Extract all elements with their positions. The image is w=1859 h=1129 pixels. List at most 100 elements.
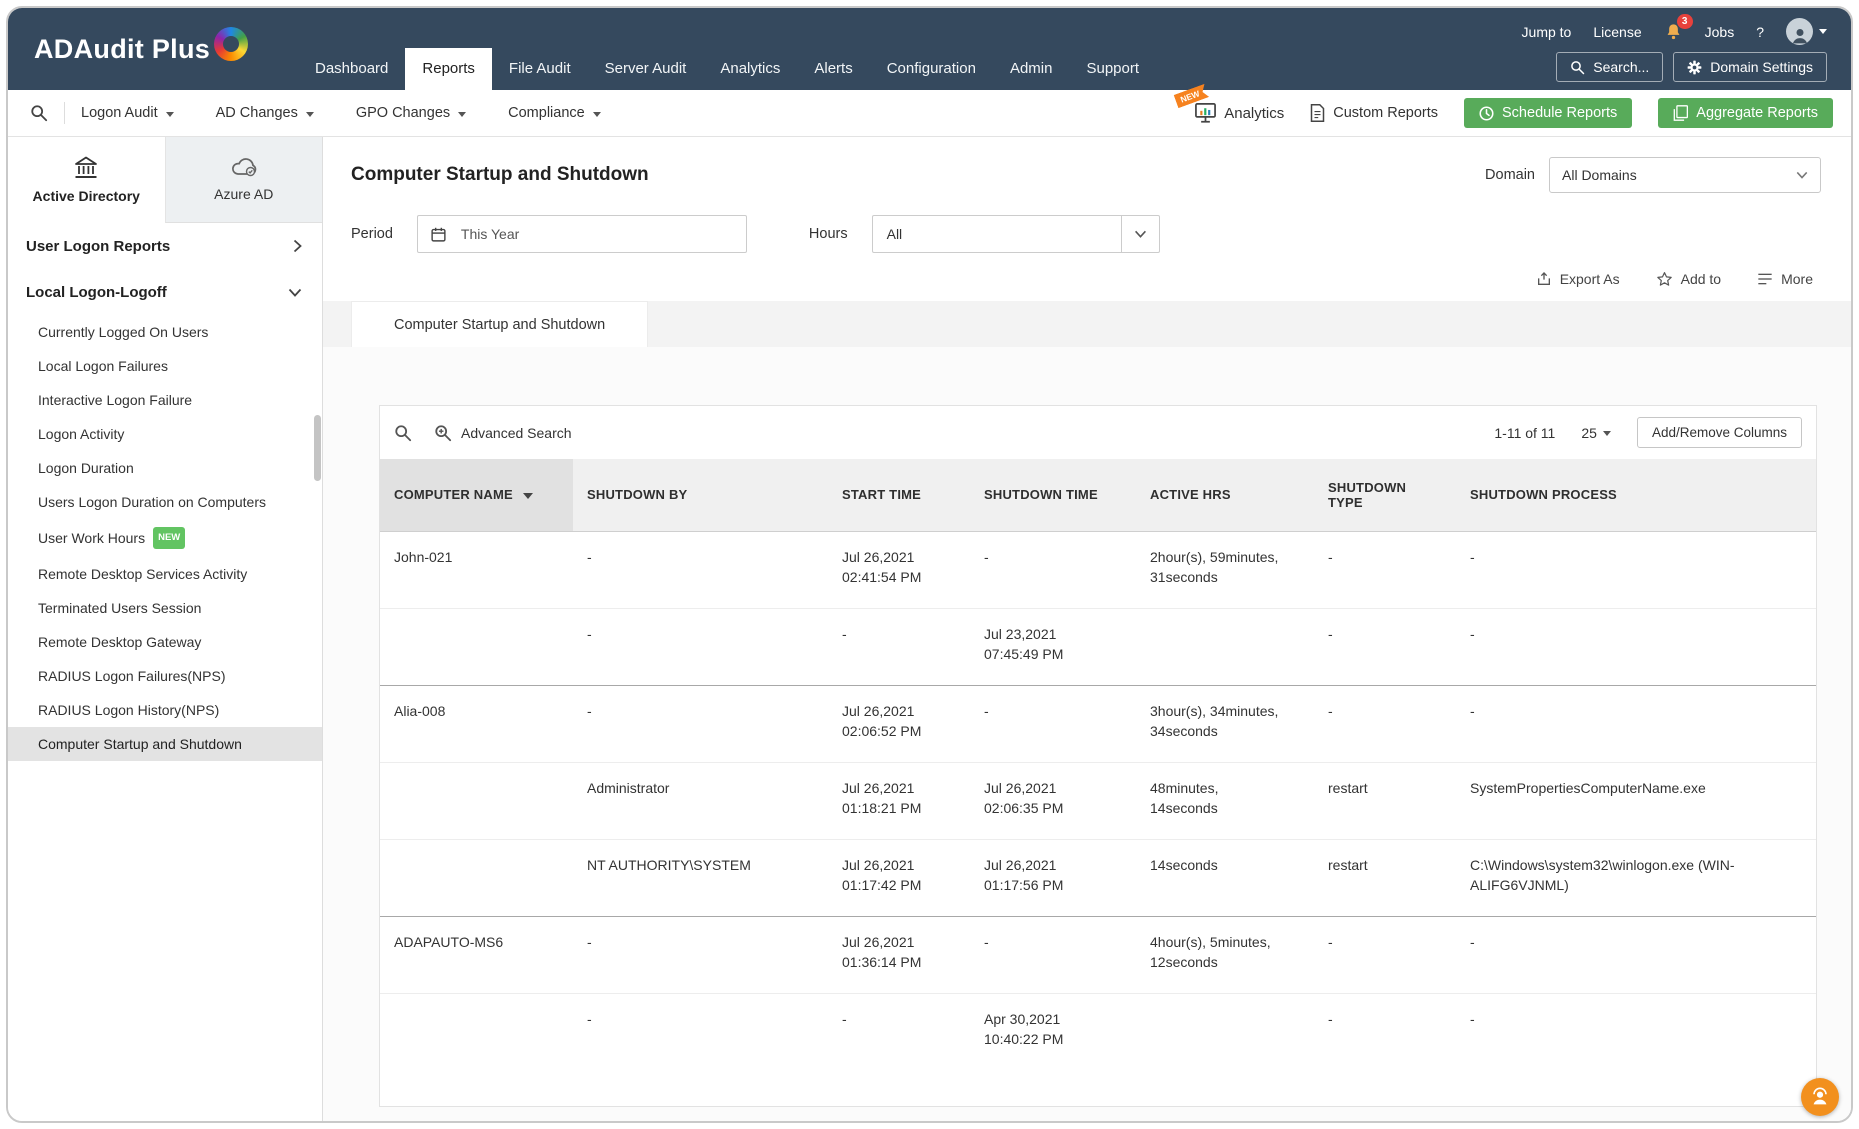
sidebar-item-radius-logon-history-nps[interactable]: RADIUS Logon History(NPS) (8, 693, 322, 727)
column-header-shutdown-time[interactable]: SHUTDOWN TIME (970, 459, 1136, 531)
menu-compliance[interactable]: Compliance (508, 105, 601, 121)
table-row[interactable]: ADAPAUTO-MS6-Jul 26,2021 01:36:14 PM-4ho… (380, 916, 1816, 993)
column-header-shutdown-process[interactable]: SHUTDOWN PROCESS (1456, 459, 1816, 531)
table-cell: Jul 26,2021 01:18:21 PM (828, 762, 970, 839)
column-header-computer-name[interactable]: COMPUTER NAME (380, 459, 573, 531)
add-remove-columns-button[interactable]: Add/Remove Columns (1637, 417, 1802, 448)
table-row[interactable]: --Apr 30,2021 10:40:22 PM-- (380, 993, 1816, 1070)
sidebar-item-terminated-users-session[interactable]: Terminated Users Session (8, 591, 322, 625)
sidebar-item-interactive-logon-failure[interactable]: Interactive Logon Failure (8, 383, 322, 417)
table-cell: - (1456, 993, 1816, 1070)
document-icon (1310, 104, 1325, 122)
advanced-search-button[interactable]: Advanced Search (434, 424, 572, 442)
table-cell: Apr 30,2021 10:40:22 PM (970, 993, 1136, 1070)
gear-icon (1687, 60, 1702, 75)
table-cell: Jul 26,2021 02:06:35 PM (970, 762, 1136, 839)
page-title: Computer Startup and Shutdown (351, 164, 649, 186)
sidebar-item-user-work-hours[interactable]: User Work HoursNEW (8, 519, 322, 557)
column-header-start-time[interactable]: START TIME (828, 459, 970, 531)
add-to-button[interactable]: Add to (1656, 271, 1721, 287)
table-row[interactable]: John-021-Jul 26,2021 02:41:54 PM-2hour(s… (380, 531, 1816, 608)
schedule-reports-button[interactable]: Schedule Reports (1464, 98, 1632, 128)
chevron-right-icon (293, 239, 302, 253)
more-button[interactable]: More (1757, 271, 1813, 287)
table-header-row: COMPUTER NAMESHUTDOWN BYSTART TIMESHUTDO… (380, 459, 1816, 531)
nav-alerts[interactable]: Alerts (797, 48, 869, 90)
sidebar-section-user-logon-reports[interactable]: User Logon Reports (8, 223, 322, 269)
sort-caret-icon (523, 493, 533, 499)
sidebar-item-logon-duration[interactable]: Logon Duration (8, 451, 322, 485)
aggregate-reports-button[interactable]: Aggregate Reports (1658, 98, 1833, 128)
sidebar-item-local-logon-failures[interactable]: Local Logon Failures (8, 349, 322, 383)
top-header: ADAudit Plus DashboardReportsFile AuditS… (8, 8, 1851, 90)
table-cell: - (573, 608, 828, 685)
sidebar-item-remote-desktop-services-activity[interactable]: Remote Desktop Services Activity (8, 557, 322, 591)
jobs-link[interactable]: Jobs (1705, 24, 1735, 40)
nav-admin[interactable]: Admin (993, 48, 1070, 90)
sidebar-item-radius-logon-failures-nps[interactable]: RADIUS Logon Failures(NPS) (8, 659, 322, 693)
list-icon (1757, 272, 1773, 286)
page-size-select[interactable]: 25 (1581, 425, 1611, 441)
nav-reports[interactable]: Reports (405, 48, 492, 90)
app-logo[interactable]: ADAudit Plus (34, 8, 248, 90)
nav-configuration[interactable]: Configuration (870, 48, 993, 90)
export-as-button[interactable]: Export As (1536, 271, 1620, 287)
sidebar-item-remote-desktop-gateway[interactable]: Remote Desktop Gateway (8, 625, 322, 659)
hours-select[interactable]: All (872, 215, 1160, 253)
column-header-shutdown-type[interactable]: SHUTDOWN TYPE (1314, 459, 1456, 531)
table-cell: 14seconds (1136, 839, 1314, 916)
chevron-down-icon (1603, 431, 1611, 436)
nav-file-audit[interactable]: File Audit (492, 48, 588, 90)
calendar-icon (430, 226, 447, 243)
sidebar-section-local-logon-logoff[interactable]: Local Logon-Logoff (8, 269, 322, 315)
sidebar-item-users-logon-duration-on-computers[interactable]: Users Logon Duration on Computers (8, 485, 322, 519)
domain-settings-button[interactable]: Domain Settings (1673, 52, 1827, 82)
period-input[interactable]: This Year (417, 215, 747, 253)
more-label: More (1781, 271, 1813, 287)
sidebar-scrollbar[interactable] (314, 415, 321, 481)
jump-to-link[interactable]: Jump to (1522, 24, 1572, 40)
table-row[interactable]: --Jul 23,2021 07:45:49 PM-- (380, 608, 1816, 685)
nav-server-audit[interactable]: Server Audit (588, 48, 704, 90)
domain-group: Domain All Domains (1485, 157, 1821, 193)
nav-support[interactable]: Support (1069, 48, 1156, 90)
table-search-button[interactable] (394, 424, 412, 442)
column-header-active-hrs[interactable]: ACTIVE HRS (1136, 459, 1314, 531)
menu-ad-changes[interactable]: AD Changes (216, 105, 314, 121)
tab-computer-startup-and-shutdown[interactable]: Computer Startup and Shutdown (351, 301, 648, 347)
table-row[interactable]: NT AUTHORITY\SYSTEMJul 26,2021 01:17:42 … (380, 839, 1816, 916)
domain-label: Domain (1485, 167, 1535, 183)
support-chat-button[interactable] (1801, 1078, 1839, 1116)
analytics-button[interactable]: NEW Analytics (1195, 103, 1284, 123)
report-search-button[interactable] (26, 104, 52, 122)
license-link[interactable]: License (1593, 24, 1641, 40)
chevron-down-icon (458, 112, 466, 117)
search-icon (30, 104, 48, 122)
report-menus: Logon Audit AD Changes GPO Changes Complian… (81, 105, 601, 121)
tab-azure-ad[interactable]: Azure AD (165, 137, 323, 223)
user-menu[interactable] (1786, 18, 1827, 45)
analytics-label: Analytics (1224, 105, 1284, 122)
tab-active-directory[interactable]: Active Directory (8, 137, 165, 223)
period-label: Period (351, 226, 393, 242)
table-row[interactable]: Alia-008-Jul 26,2021 02:06:52 PM-3hour(s… (380, 685, 1816, 762)
sidebar-item-label: Terminated Users Session (38, 599, 201, 617)
search-icon (394, 424, 412, 442)
domain-select[interactable]: All Domains (1549, 157, 1821, 193)
table-row[interactable]: AdministratorJul 26,2021 01:18:21 PMJul … (380, 762, 1816, 839)
menu-logon-audit[interactable]: Logon Audit (81, 105, 174, 121)
sidebar-item-currently-logged-on-users[interactable]: Currently Logged On Users (8, 315, 322, 349)
table-cell: John-021 (380, 531, 573, 608)
custom-reports-button[interactable]: Custom Reports (1310, 104, 1438, 122)
sidebar-item-logon-activity[interactable]: Logon Activity (8, 417, 322, 451)
column-header-shutdown-by[interactable]: SHUTDOWN BY (573, 459, 828, 531)
stacked-reports-icon (1673, 105, 1688, 121)
nav-dashboard[interactable]: Dashboard (298, 48, 405, 90)
menu-gpo-changes[interactable]: GPO Changes (356, 105, 466, 121)
nav-analytics[interactable]: Analytics (703, 48, 797, 90)
search-button[interactable]: Search... (1556, 52, 1663, 82)
notifications-button[interactable]: 3 (1664, 22, 1683, 41)
report-tab-label: Computer Startup and Shutdown (394, 317, 605, 333)
help-link[interactable]: ? (1756, 24, 1764, 40)
sidebar-item-computer-startup-and-shutdown[interactable]: Computer Startup and Shutdown (8, 727, 322, 761)
